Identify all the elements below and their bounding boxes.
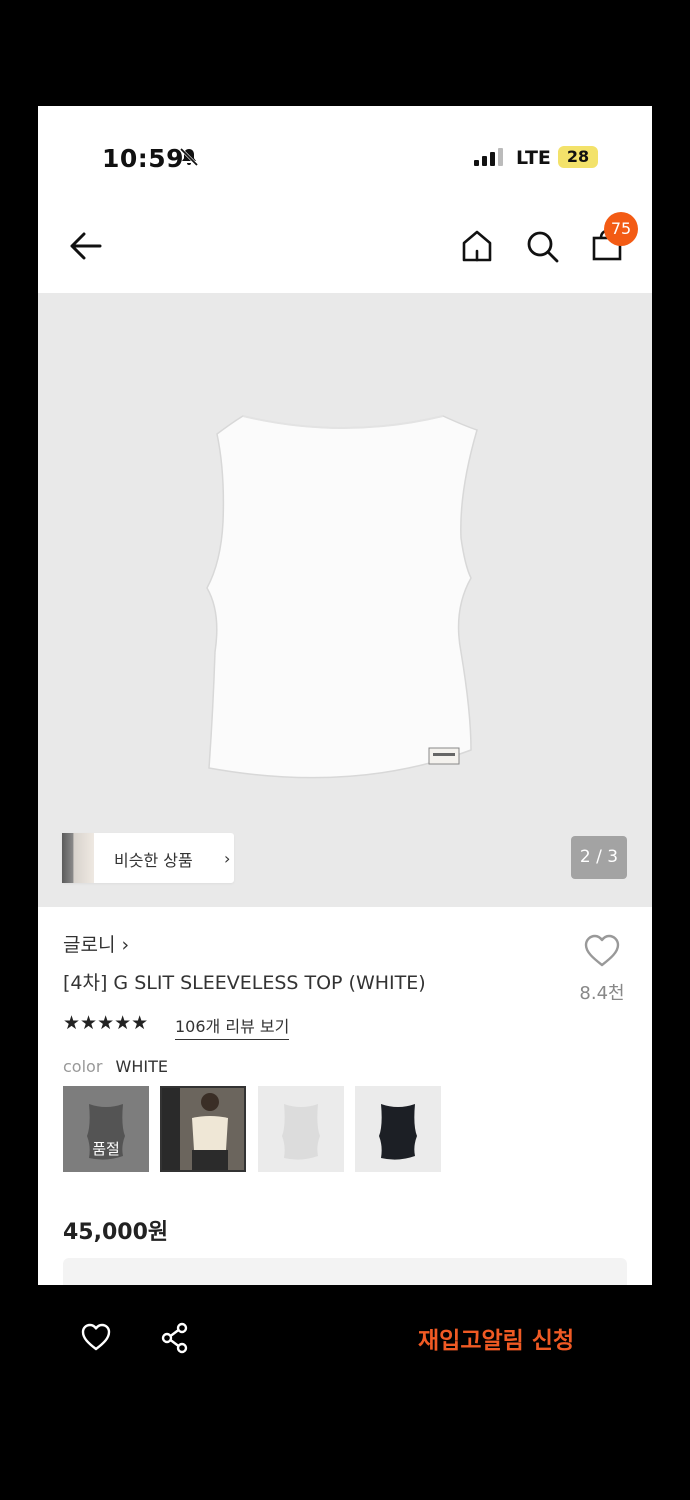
similar-label: 비슷한 상품 [114, 851, 193, 870]
wishlist-heart-icon[interactable] [80, 1322, 112, 1352]
restock-alert-button[interactable]: 재입고알림 신청 [418, 1321, 574, 1355]
color-value: WHITE [115, 1057, 168, 1076]
review-link[interactable]: 106개 리뷰 보기 [175, 1013, 290, 1040]
back-arrow-icon[interactable] [66, 228, 106, 264]
color-swatch-cream[interactable] [160, 1086, 246, 1172]
color-swatch-white[interactable] [258, 1086, 344, 1172]
status-time: 10:59 [102, 144, 185, 173]
heart-icon[interactable] [583, 934, 621, 968]
color-swatch-black[interactable] [355, 1086, 441, 1172]
app-screen: 10:59 LTE 28 75 비슷한 상품 › 2 / 3 글로니 › [4차… [38, 106, 652, 1285]
rating-stars: ★★★★★ [63, 1012, 149, 1034]
search-icon[interactable] [526, 230, 560, 264]
network-label: LTE [516, 147, 551, 169]
similar-products-button[interactable]: 비슷한 상품 › [62, 833, 234, 883]
similar-thumbnail [62, 833, 94, 883]
product-image-carousel[interactable]: 비슷한 상품 › 2 / 3 [38, 293, 652, 907]
model-thumbnail [162, 1088, 244, 1170]
share-icon[interactable] [160, 1322, 190, 1354]
color-label: color [63, 1057, 103, 1076]
white-top-thumbnail [282, 1104, 320, 1160]
home-icon[interactable] [461, 229, 493, 263]
product-price: 45,000원 [63, 1220, 169, 1245]
cart-count-badge: 75 [604, 212, 638, 246]
color-swatch-gray[interactable]: 품절 [63, 1086, 149, 1172]
chevron-right-icon: › [121, 934, 130, 956]
battery-indicator: 28 [558, 146, 598, 168]
product-image [206, 415, 478, 779]
brand-name: 글로니 [63, 934, 116, 956]
image-pager: 2 / 3 [571, 836, 627, 879]
wish-count: 8.4천 [579, 983, 625, 1004]
status-bar: 10:59 LTE 28 [38, 106, 652, 206]
gray-top-thumbnail [87, 1104, 125, 1160]
signal-icon [474, 148, 503, 166]
option-bar [63, 1258, 627, 1285]
bell-muted-icon [179, 147, 199, 167]
black-top-thumbnail [379, 1104, 417, 1160]
chevron-right-icon: › [224, 849, 231, 868]
product-title: [4차] G SLIT SLEEVELESS TOP (WHITE) [63, 972, 426, 994]
color-row: color WHITE [63, 1057, 168, 1076]
sold-out-label: 품절 [92, 1140, 120, 1158]
brand-link[interactable]: 글로니 › [63, 930, 129, 957]
